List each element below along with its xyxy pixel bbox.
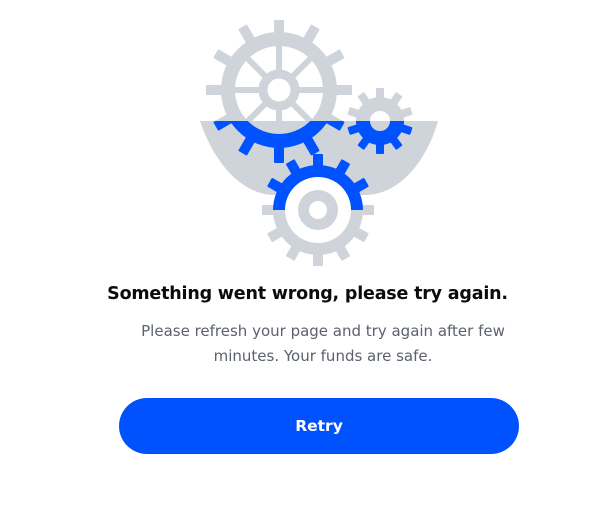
gears-illustration [195,20,445,270]
retry-button[interactable]: Retry [119,398,519,454]
gears-illustration-icon [200,20,438,266]
error-title: Something went wrong, please try again. [107,284,508,304]
error-message: Please refresh your page and try again a… [141,322,505,365]
